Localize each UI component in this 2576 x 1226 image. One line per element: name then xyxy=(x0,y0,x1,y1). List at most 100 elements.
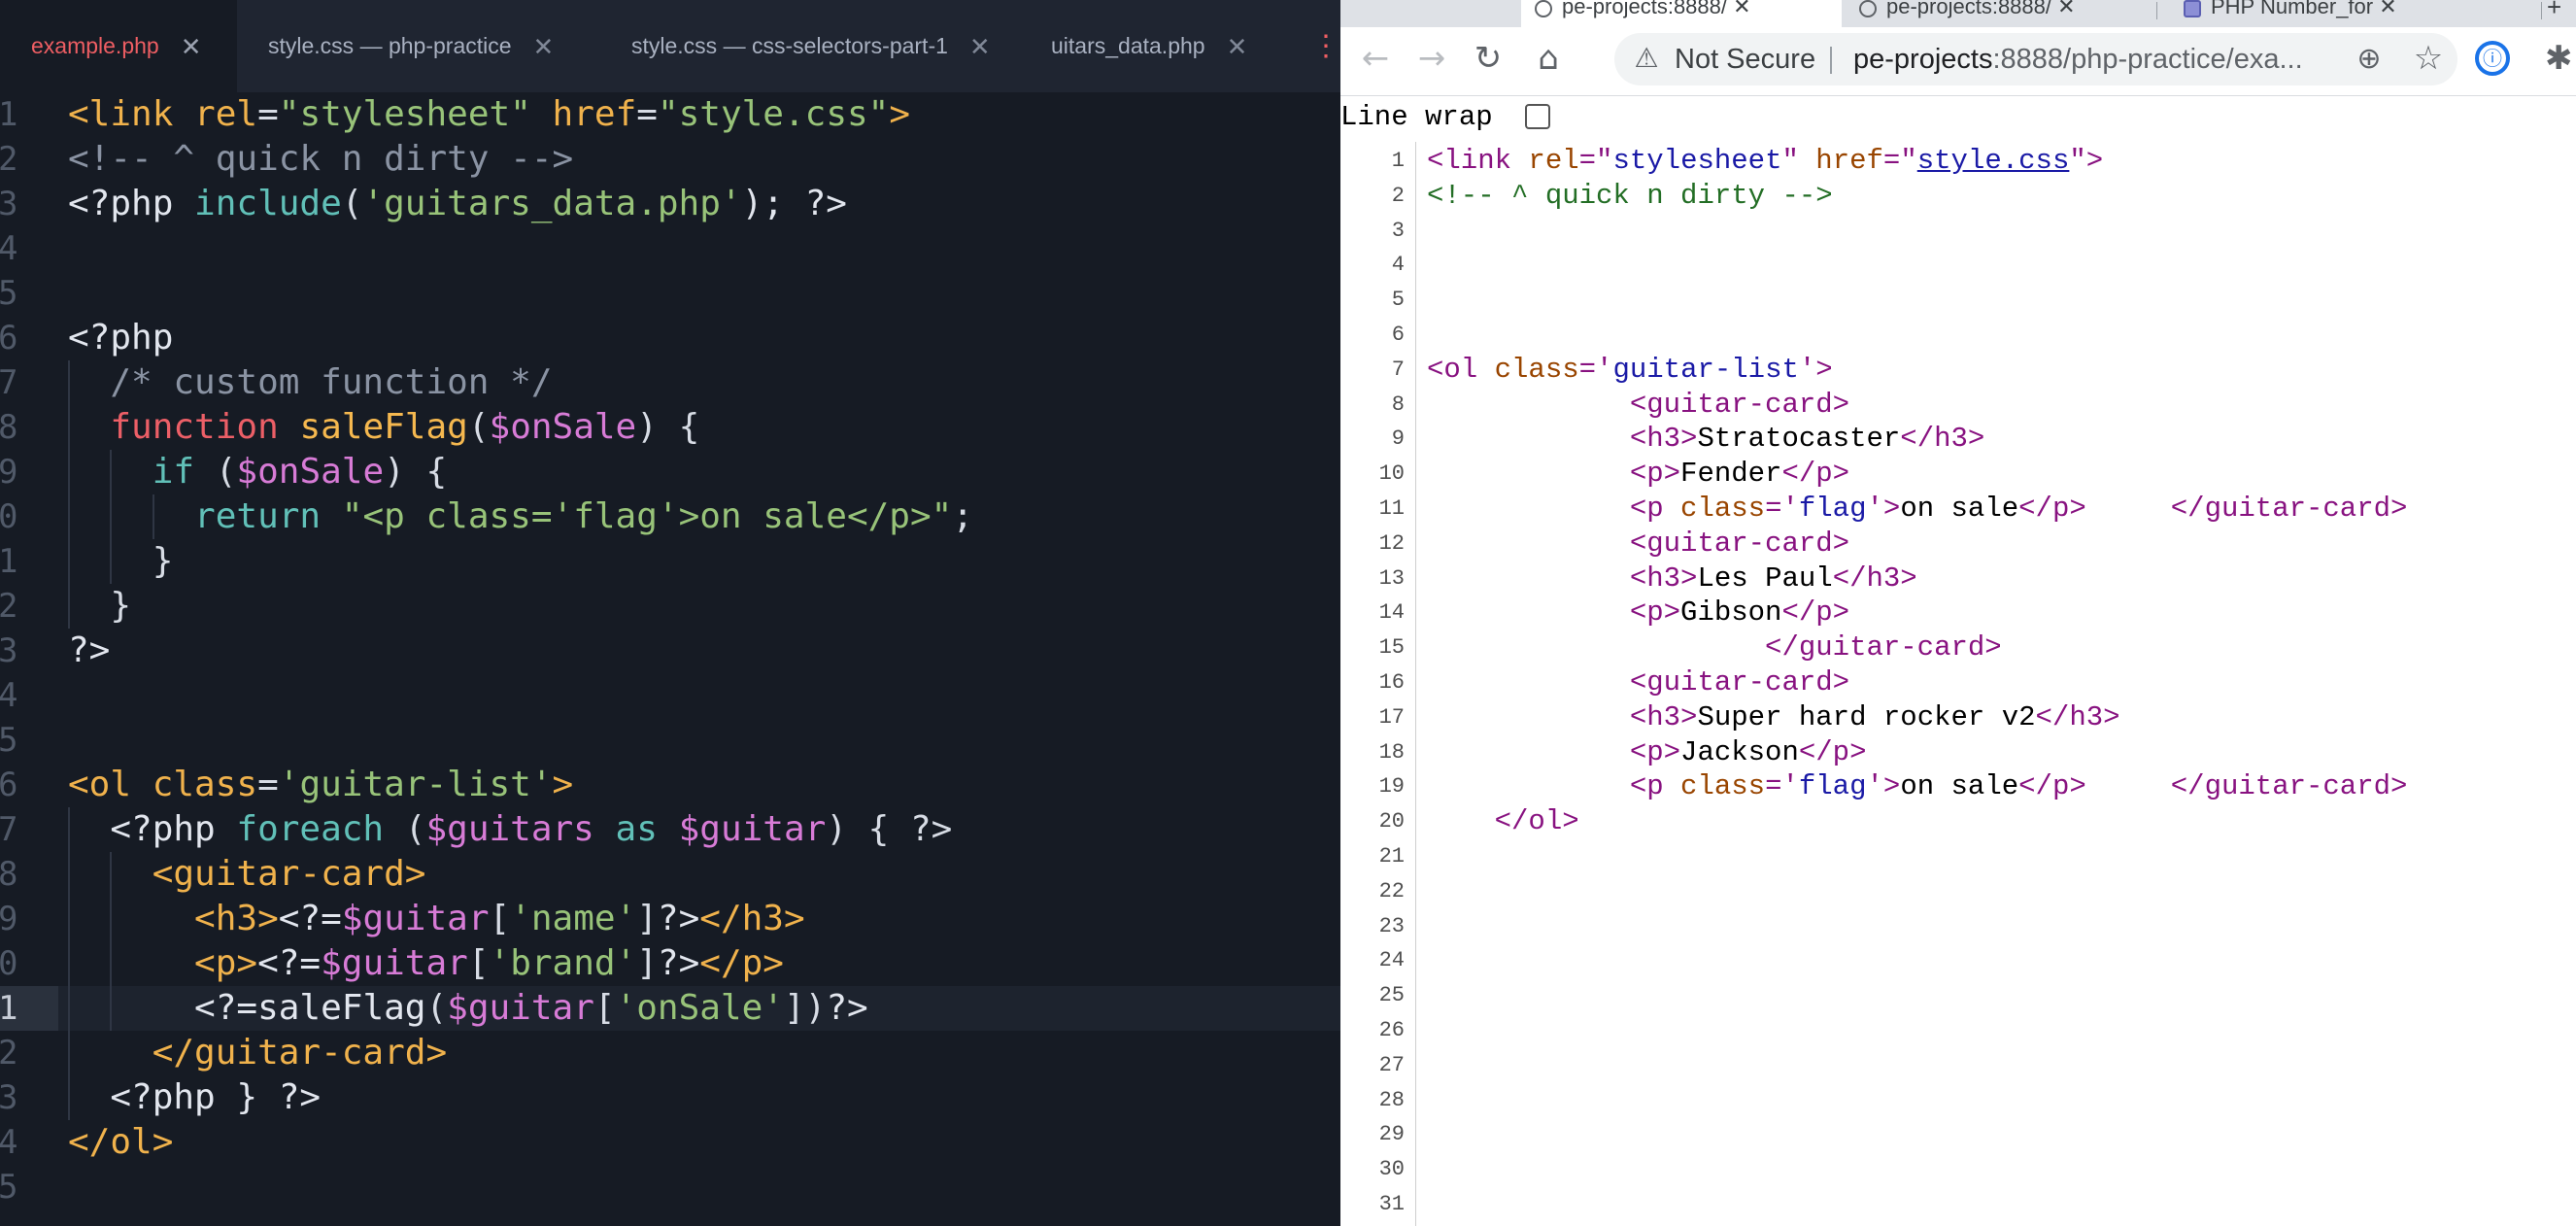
source-line-number: 29 xyxy=(1378,1122,1405,1147)
code-line[interactable]: 0 <p><?=$guitar['brand']?></p> xyxy=(0,941,1340,986)
address-bar[interactable]: ⚠ Not Secure pe-projects:8888/php-practi… xyxy=(1614,33,2457,85)
code-line[interactable]: 4 xyxy=(0,673,1340,718)
code-line[interactable]: 1 } xyxy=(0,539,1340,584)
address-separator xyxy=(1830,47,1832,74)
source-line: 1 <link rel="stylesheet" href="style.css"… xyxy=(1340,144,2576,179)
back-icon[interactable]: ← xyxy=(1354,37,1397,80)
close-icon[interactable]: ✕ xyxy=(181,34,202,59)
source-line-number: 30 xyxy=(1378,1157,1405,1182)
source-token: </p> xyxy=(1798,735,1867,768)
browser-tab-2[interactable]: pe-projects:8888/ ✕ xyxy=(1846,0,2151,27)
home-icon[interactable]: ⌂ xyxy=(1527,37,1570,80)
code-line[interactable]: 9 if ($onSale) { xyxy=(0,450,1340,494)
editor-tab-label: uitars_data.php xyxy=(1051,33,1205,58)
code-token: = xyxy=(257,94,279,134)
editor-tab-style-css-php-practice[interactable]: style.css — php-practice ✕ xyxy=(237,0,596,92)
extension-icon[interactable]: ⓘ xyxy=(2475,41,2510,76)
code-token: <?= xyxy=(257,943,322,983)
code-line[interactable]: 5 xyxy=(0,1165,1340,1209)
url-text[interactable]: pe-projects:8888/php-practice/exa... xyxy=(1853,33,2310,85)
warning-icon[interactable]: ⚠ xyxy=(1632,44,1661,73)
code-token: <?php xyxy=(68,184,195,223)
not-secure-label[interactable]: Not Secure xyxy=(1675,33,1815,85)
close-icon[interactable]: ✕ xyxy=(1227,34,1248,59)
code-token: href xyxy=(552,94,637,134)
code-token: ) { ?> xyxy=(826,809,953,849)
code-line[interactable]: 5 xyxy=(0,271,1340,316)
code-editor[interactable]: example.php ✕ style.css — php-practice ✕… xyxy=(0,0,1340,1226)
bookmark-star-icon[interactable]: ☆ xyxy=(2409,39,2448,78)
source-line-number: 23 xyxy=(1378,913,1405,938)
code-line[interactable]: 8 <guitar-card> xyxy=(0,852,1340,897)
code-line[interactable]: 0 return "<p class='flag'>on sale</p>"; xyxy=(0,494,1340,539)
source-line-number: 24 xyxy=(1378,948,1405,973)
close-icon[interactable]: ✕ xyxy=(969,34,991,59)
close-icon[interactable]: ✕ xyxy=(533,34,555,59)
source-token: <h3> xyxy=(1427,700,1698,733)
code-line[interactable]: 1 <link rel="stylesheet" href="style.css"… xyxy=(0,92,1340,137)
code-token: <guitar-card> xyxy=(68,854,426,894)
zoom-icon[interactable]: ⊕ xyxy=(2351,41,2388,78)
code-line[interactable]: 3 ?> xyxy=(0,629,1340,673)
code-line[interactable]: 2 <!-- ^ quick n dirty --> xyxy=(0,137,1340,182)
code-text: } xyxy=(68,584,131,629)
code-line[interactable]: 3 <?php include('guitars_data.php'); ?> xyxy=(0,182,1340,226)
code-line[interactable]: 2 </guitar-card> xyxy=(0,1031,1340,1075)
code-token: <?php } ?> xyxy=(68,1077,322,1117)
source-token: <!-- ^ quick n dirty --> xyxy=(1427,179,1833,212)
source-line: 12 <guitar-card> xyxy=(1340,527,2576,562)
editor-tab-guitars-data-php[interactable]: uitars_data.php ✕ xyxy=(1016,0,1307,92)
tab-separator xyxy=(2541,2,2542,19)
code-token: "stylesheet" xyxy=(278,94,531,134)
code-line[interactable]: 2 } xyxy=(0,584,1340,629)
new-tab-icon[interactable]: + xyxy=(2547,0,2574,27)
source-line: 8 <guitar-card> xyxy=(1340,388,2576,423)
line-wrap-checkbox[interactable] xyxy=(1525,104,1550,129)
source-token: </p> xyxy=(2018,493,2086,525)
view-source-area[interactable]: 1 <link rel="stylesheet" href="style.css"… xyxy=(1340,142,2576,1226)
source-text: <p>Jackson</p> xyxy=(1427,735,1867,770)
code-token: if xyxy=(152,452,195,492)
source-token: class xyxy=(1680,770,1766,803)
editor-tab-label: example.php xyxy=(31,33,159,58)
browser-tab-3[interactable]: PHP Number_for ✕ xyxy=(2172,0,2475,27)
code-token: = xyxy=(636,94,658,134)
code-line[interactable]: 3 <?php } ?> xyxy=(0,1075,1340,1120)
code-token: ] xyxy=(636,943,658,983)
code-token: </guitar-card> xyxy=(68,1033,448,1073)
code-text: </guitar-card> xyxy=(68,1031,447,1075)
reload-icon[interactable]: ↻ xyxy=(1467,37,1509,80)
editor-tab-example-php[interactable]: example.php ✕ xyxy=(0,0,237,92)
code-line[interactable]: 4 </ol> xyxy=(0,1120,1340,1165)
code-token: ] xyxy=(636,899,658,938)
puzzle-extension-icon[interactable]: ✱ xyxy=(2545,39,2576,78)
forward-icon[interactable]: → xyxy=(1410,37,1453,80)
browser-tab-1[interactable]: pe-projects:8888/ ✕ xyxy=(1521,0,1842,27)
code-token: <?= xyxy=(278,899,342,938)
source-line-number: 8 xyxy=(1391,392,1405,417)
editor-tab-label: style.css — css-selectors-part-1 xyxy=(631,33,948,58)
source-line-number: 7 xyxy=(1391,357,1405,382)
code-line[interactable]: 6 <ol class='guitar-list'> xyxy=(0,763,1340,807)
code-line[interactable]: 8 function saleFlag($onSale) { xyxy=(0,405,1340,450)
source-line-number: 2 xyxy=(1391,183,1405,208)
code-line[interactable]: 7 <?php foreach ($guitars as $guitar) { … xyxy=(0,807,1340,852)
more-tabs-icon[interactable]: ⋮ xyxy=(1311,27,1340,66)
stylesheet-link[interactable]: style.css xyxy=(1917,145,2070,177)
code-line[interactable]: 6 <?php xyxy=(0,316,1340,360)
code-line[interactable]: 9 <h3><?=$guitar['name']?></h3> xyxy=(0,897,1340,941)
source-token: <ol xyxy=(1427,353,1495,386)
code-token: [ xyxy=(593,988,616,1028)
code-line[interactable]: 7 /* custom function */ xyxy=(0,360,1340,405)
code-line[interactable]: 5 xyxy=(0,718,1340,763)
code-line[interactable]: 1 <?=saleFlag($guitar['onSale'])?> xyxy=(0,986,1340,1031)
code-line[interactable]: 4 xyxy=(0,226,1340,271)
line-number: 5 xyxy=(0,274,18,313)
code-text: } xyxy=(68,539,174,584)
line-wrap-label: Line wrap xyxy=(1340,101,1493,133)
source-line: 14 <p>Gibson</p> xyxy=(1340,596,2576,630)
code-token: return xyxy=(194,496,322,536)
editor-tab-style-css-selectors[interactable]: style.css — css-selectors-part-1 ✕ xyxy=(596,0,1016,92)
